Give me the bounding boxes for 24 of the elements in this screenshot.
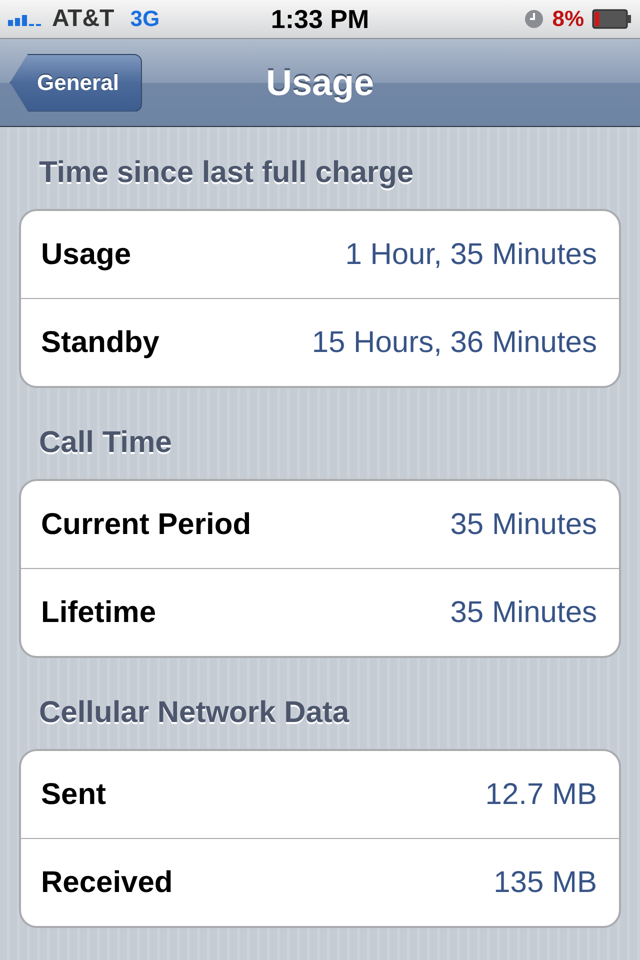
section-header: Cellular Network Data [38, 695, 350, 731]
row-value: 35 Minutes [450, 596, 597, 630]
network-type: 3G [130, 6, 160, 32]
row-label: Received [41, 866, 173, 900]
section-header: Time since last full charge [38, 155, 415, 191]
row-value: 1 Hour, 35 Minutes [345, 238, 597, 272]
back-button[interactable]: General [10, 54, 142, 112]
row-label: Sent [41, 778, 106, 812]
row-value: 35 Minutes [450, 508, 597, 542]
row-value: 15 Hours, 36 Minutes [312, 326, 597, 360]
row-label: Lifetime [41, 596, 156, 630]
clock-icon [524, 9, 544, 29]
row-label: Standby [41, 326, 160, 360]
status-time: 1:33 PM [270, 4, 370, 34]
screen-title: Usage [266, 62, 374, 104]
carrier-name: AT&T [52, 5, 114, 33]
row-value: 12.7 MB [485, 778, 597, 812]
signal-icon [8, 12, 44, 26]
row-label: Current Period [41, 508, 252, 542]
section-header: Call Time [38, 425, 173, 461]
battery-icon [592, 9, 632, 29]
row-value: 135 MB [494, 866, 597, 900]
row-label: Usage [41, 238, 132, 272]
battery-percent: 8% [552, 6, 584, 32]
